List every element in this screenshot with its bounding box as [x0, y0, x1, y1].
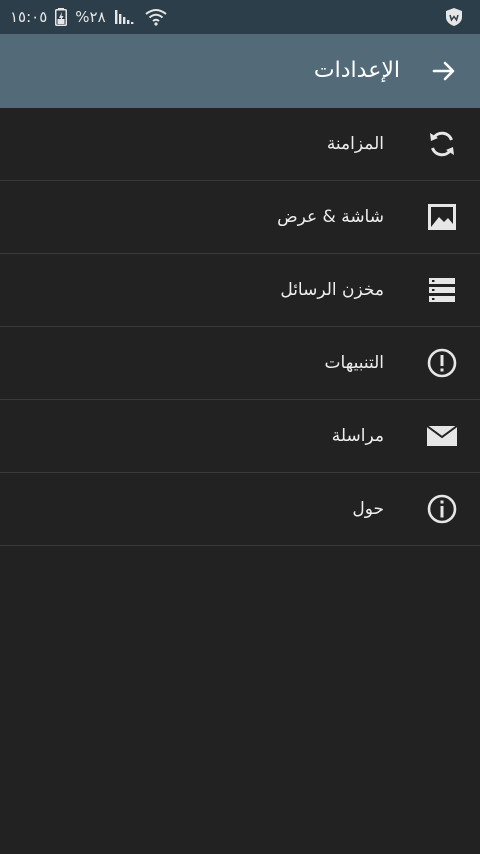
settings-list: المزامنة شاشة & عرض مخزن الرسائل التنبيه… — [0, 108, 480, 546]
settings-item-label: مخزن الرسائل — [280, 280, 384, 300]
back-button[interactable] — [430, 57, 458, 85]
app-bar: الإعدادات — [0, 34, 480, 108]
settings-item-sync[interactable]: المزامنة — [0, 108, 480, 181]
mail-icon — [426, 420, 458, 452]
image-icon — [426, 201, 458, 233]
status-bar: ١٥:٠٥ %٢٨ — [0, 0, 480, 34]
signal-icon — [114, 8, 136, 26]
settings-item-display[interactable]: شاشة & عرض — [0, 181, 480, 254]
settings-item-messaging[interactable]: مراسلة — [0, 400, 480, 473]
settings-item-label: مراسلة — [331, 426, 384, 446]
battery-level: %٢٨ — [75, 8, 106, 26]
status-indicators: ١٥:٠٥ %٢٨ — [10, 0, 168, 34]
settings-item-label: التنبيهات — [324, 353, 384, 373]
settings-item-about[interactable]: حول — [0, 473, 480, 546]
storage-icon — [426, 274, 458, 306]
settings-item-notifications[interactable]: التنبيهات — [0, 327, 480, 400]
battery-icon — [55, 8, 68, 26]
settings-item-label: المزامنة — [326, 134, 384, 154]
page-title: الإعدادات — [313, 58, 400, 83]
settings-item-storage[interactable]: مخزن الرسائل — [0, 254, 480, 327]
settings-item-label: حول — [352, 499, 384, 519]
app-notification-icon — [444, 7, 464, 27]
sync-icon — [426, 128, 458, 160]
info-icon — [426, 493, 458, 525]
settings-item-label: شاشة & عرض — [277, 207, 384, 227]
arrow-right-icon — [432, 61, 455, 81]
status-time: ١٥:٠٥ — [10, 8, 48, 26]
wifi-icon — [144, 7, 168, 27]
alert-icon — [426, 347, 458, 379]
